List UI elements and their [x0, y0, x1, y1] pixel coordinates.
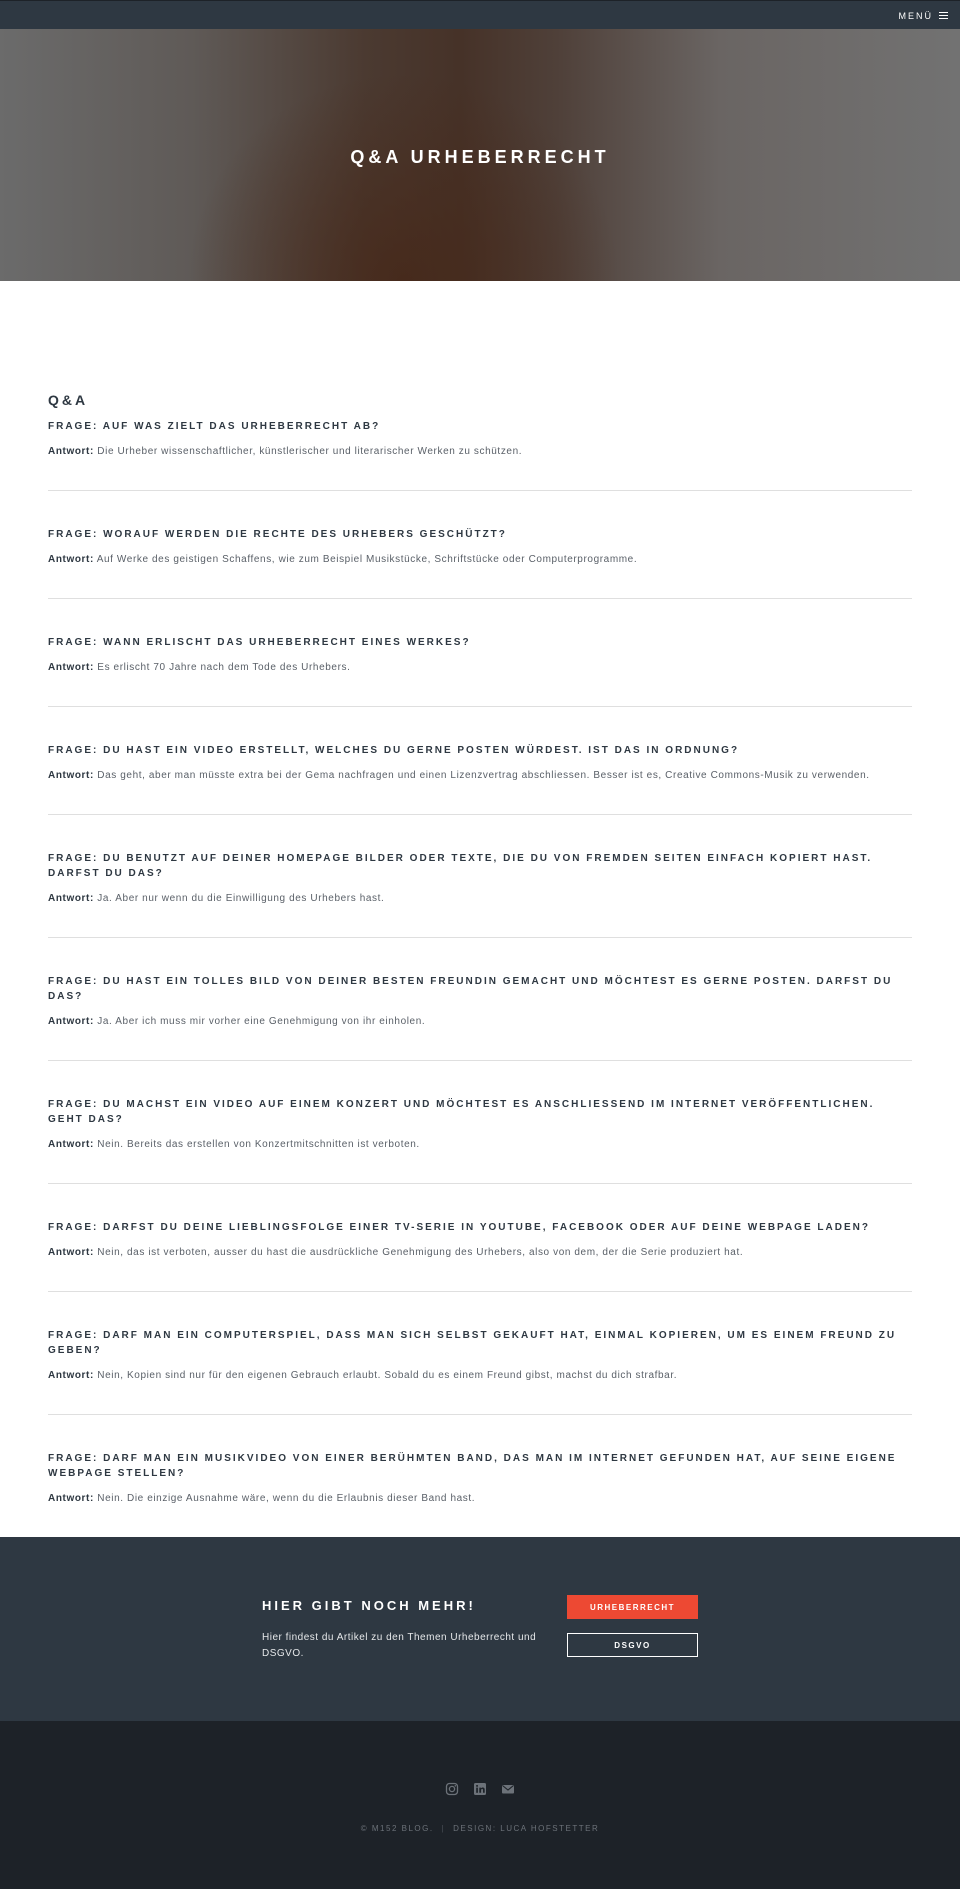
answer-prefix: Antwort: [48, 446, 94, 457]
answer-body: Nein. Die einzige Ausnahme wäre, wenn du… [97, 1493, 476, 1504]
qa-item: Frage: Du machst ein Video auf einem Kon… [48, 1097, 912, 1184]
copyright-text: © M152 BLOG. [360, 1824, 434, 1833]
cta-title: HIER GIBT NOCH MEHR! [262, 1598, 476, 1613]
answer-body: Nein. Bereits das erstellen von Konzertm… [97, 1139, 420, 1150]
qa-list: Frage: Auf was zielt das Urheberrecht ab… [48, 419, 912, 1537]
question-heading: Frage: Worauf werden die Rechte des Urhe… [48, 529, 507, 540]
answer-body: Es erlischt 70 Jahre nach dem Tode des U… [97, 662, 351, 673]
qa-item: Frage: Du hast ein tolles Bild von deine… [48, 974, 912, 1061]
qa-item: Frage: Darf man ein Musikvideo von einer… [48, 1451, 912, 1537]
qa-item: Frage: Wann erlischt das Urheberrecht ei… [48, 635, 912, 707]
answer-text: Antwort: Auf Werke des geistigen Schaffe… [48, 552, 912, 568]
hamburger-icon [939, 10, 948, 21]
answer-prefix: Antwort: [48, 1370, 94, 1381]
envelope-icon[interactable] [501, 1782, 515, 1796]
question-heading: Frage: Du benutzt auf deiner Homepage Bi… [48, 853, 873, 879]
answer-prefix: Antwort: [48, 1247, 94, 1258]
answer-prefix: Antwort: [48, 770, 94, 781]
answer-prefix: Antwort: [48, 554, 94, 565]
cta-section: HIER GIBT NOCH MEHR! Hier findest du Art… [0, 1537, 960, 1721]
answer-text: Antwort: Die Urheber wissenschaftlicher,… [48, 444, 912, 460]
question-heading: Frage: Du hast ein tolles Bild von deine… [48, 976, 893, 1002]
question-heading: Frage: Du hast ein Video erstellt, welch… [48, 745, 740, 756]
question-heading: Frage: Darfst du deine Lieblingsfolge ei… [48, 1222, 870, 1233]
answer-prefix: Antwort: [48, 1016, 94, 1027]
answer-body: Das geht, aber man müsste extra bei der … [97, 770, 870, 781]
qa-section: Q&A Frage: Auf was zielt das Urheberrech… [48, 392, 912, 1537]
answer-body: Nein, das ist verboten, ausser du hast d… [97, 1247, 744, 1258]
answer-body: Die Urheber wissenschaftlicher, künstler… [97, 446, 523, 457]
qa-item: Frage: Darfst du deine Lieblingsfolge ei… [48, 1220, 912, 1292]
qa-item: Frage: Auf was zielt das Urheberrecht ab… [48, 419, 912, 491]
instagram-icon[interactable] [445, 1782, 459, 1796]
question-heading: Frage: Wann erlischt das Urheberrecht ei… [48, 637, 471, 648]
menu-button[interactable]: MENÜ [898, 1, 948, 30]
answer-text: Antwort: Ja. Aber nur wenn du die Einwil… [48, 891, 912, 907]
answer-body: Nein, Kopien sind nur für den eigenen Ge… [97, 1370, 678, 1381]
page-title: Q&A URHEBERRECHT [350, 147, 610, 167]
answer-text: Antwort: Ja. Aber ich muss mir vorher ei… [48, 1014, 912, 1030]
qa-item: Frage: Worauf werden die Rechte des Urhe… [48, 527, 912, 599]
dsgvo-button[interactable]: DSGVO [567, 1633, 698, 1657]
cta-text: Hier findest du Artikel zu den Themen Ur… [262, 1632, 537, 1659]
linkedin-icon[interactable] [473, 1782, 487, 1796]
answer-body: Ja. Aber nur wenn du die Einwilligung de… [97, 893, 385, 904]
answer-text: Antwort: Nein, das ist verboten, ausser … [48, 1245, 912, 1261]
answer-prefix: Antwort: [48, 662, 94, 673]
question-heading: Frage: Darf man ein Musikvideo von einer… [48, 1453, 897, 1479]
question-heading: Frage: Darf man ein Computerspiel, dass … [48, 1330, 897, 1356]
answer-text: Antwort: Es erlischt 70 Jahre nach dem T… [48, 660, 912, 676]
answer-prefix: Antwort: [48, 1139, 94, 1150]
urheberrecht-button[interactable]: URHEBERRECHT [567, 1595, 698, 1619]
top-navbar: MENÜ [0, 0, 960, 30]
hero-banner: Q&A URHEBERRECHT [0, 29, 960, 281]
answer-text: Antwort: Nein. Die einzige Ausnahme wäre… [48, 1491, 912, 1507]
section-title: Q&A [48, 392, 89, 408]
answer-text: Antwort: Nein. Bereits das erstellen von… [48, 1137, 912, 1153]
social-links [0, 1782, 960, 1796]
question-heading: Frage: Auf was zielt das Urheberrecht ab… [48, 421, 381, 432]
qa-item: Frage: Darf man ein Computerspiel, dass … [48, 1328, 912, 1415]
qa-item: Frage: Du benutzt auf deiner Homepage Bi… [48, 851, 912, 938]
footer: © M152 BLOG. | DESIGN: LUCA HOFSTETTER [0, 1721, 960, 1889]
copyright-line: © M152 BLOG. | DESIGN: LUCA HOFSTETTER [0, 1824, 960, 1833]
footer-separator: | [441, 1824, 446, 1833]
answer-prefix: Antwort: [48, 893, 94, 904]
answer-prefix: Antwort: [48, 1493, 94, 1504]
answer-body: Ja. Aber ich muss mir vorher eine Genehm… [97, 1016, 426, 1027]
answer-text: Antwort: Nein, Kopien sind nur für den e… [48, 1368, 912, 1384]
design-credit: DESIGN: LUCA HOFSTETTER [453, 1824, 600, 1833]
answer-body: Auf Werke des geistigen Schaffens, wie z… [96, 554, 638, 565]
menu-label: MENÜ [898, 10, 933, 21]
question-heading: Frage: Du machst ein Video auf einem Kon… [48, 1099, 875, 1125]
answer-text: Antwort: Das geht, aber man müsste extra… [48, 768, 912, 784]
qa-item: Frage: Du hast ein Video erstellt, welch… [48, 743, 912, 815]
